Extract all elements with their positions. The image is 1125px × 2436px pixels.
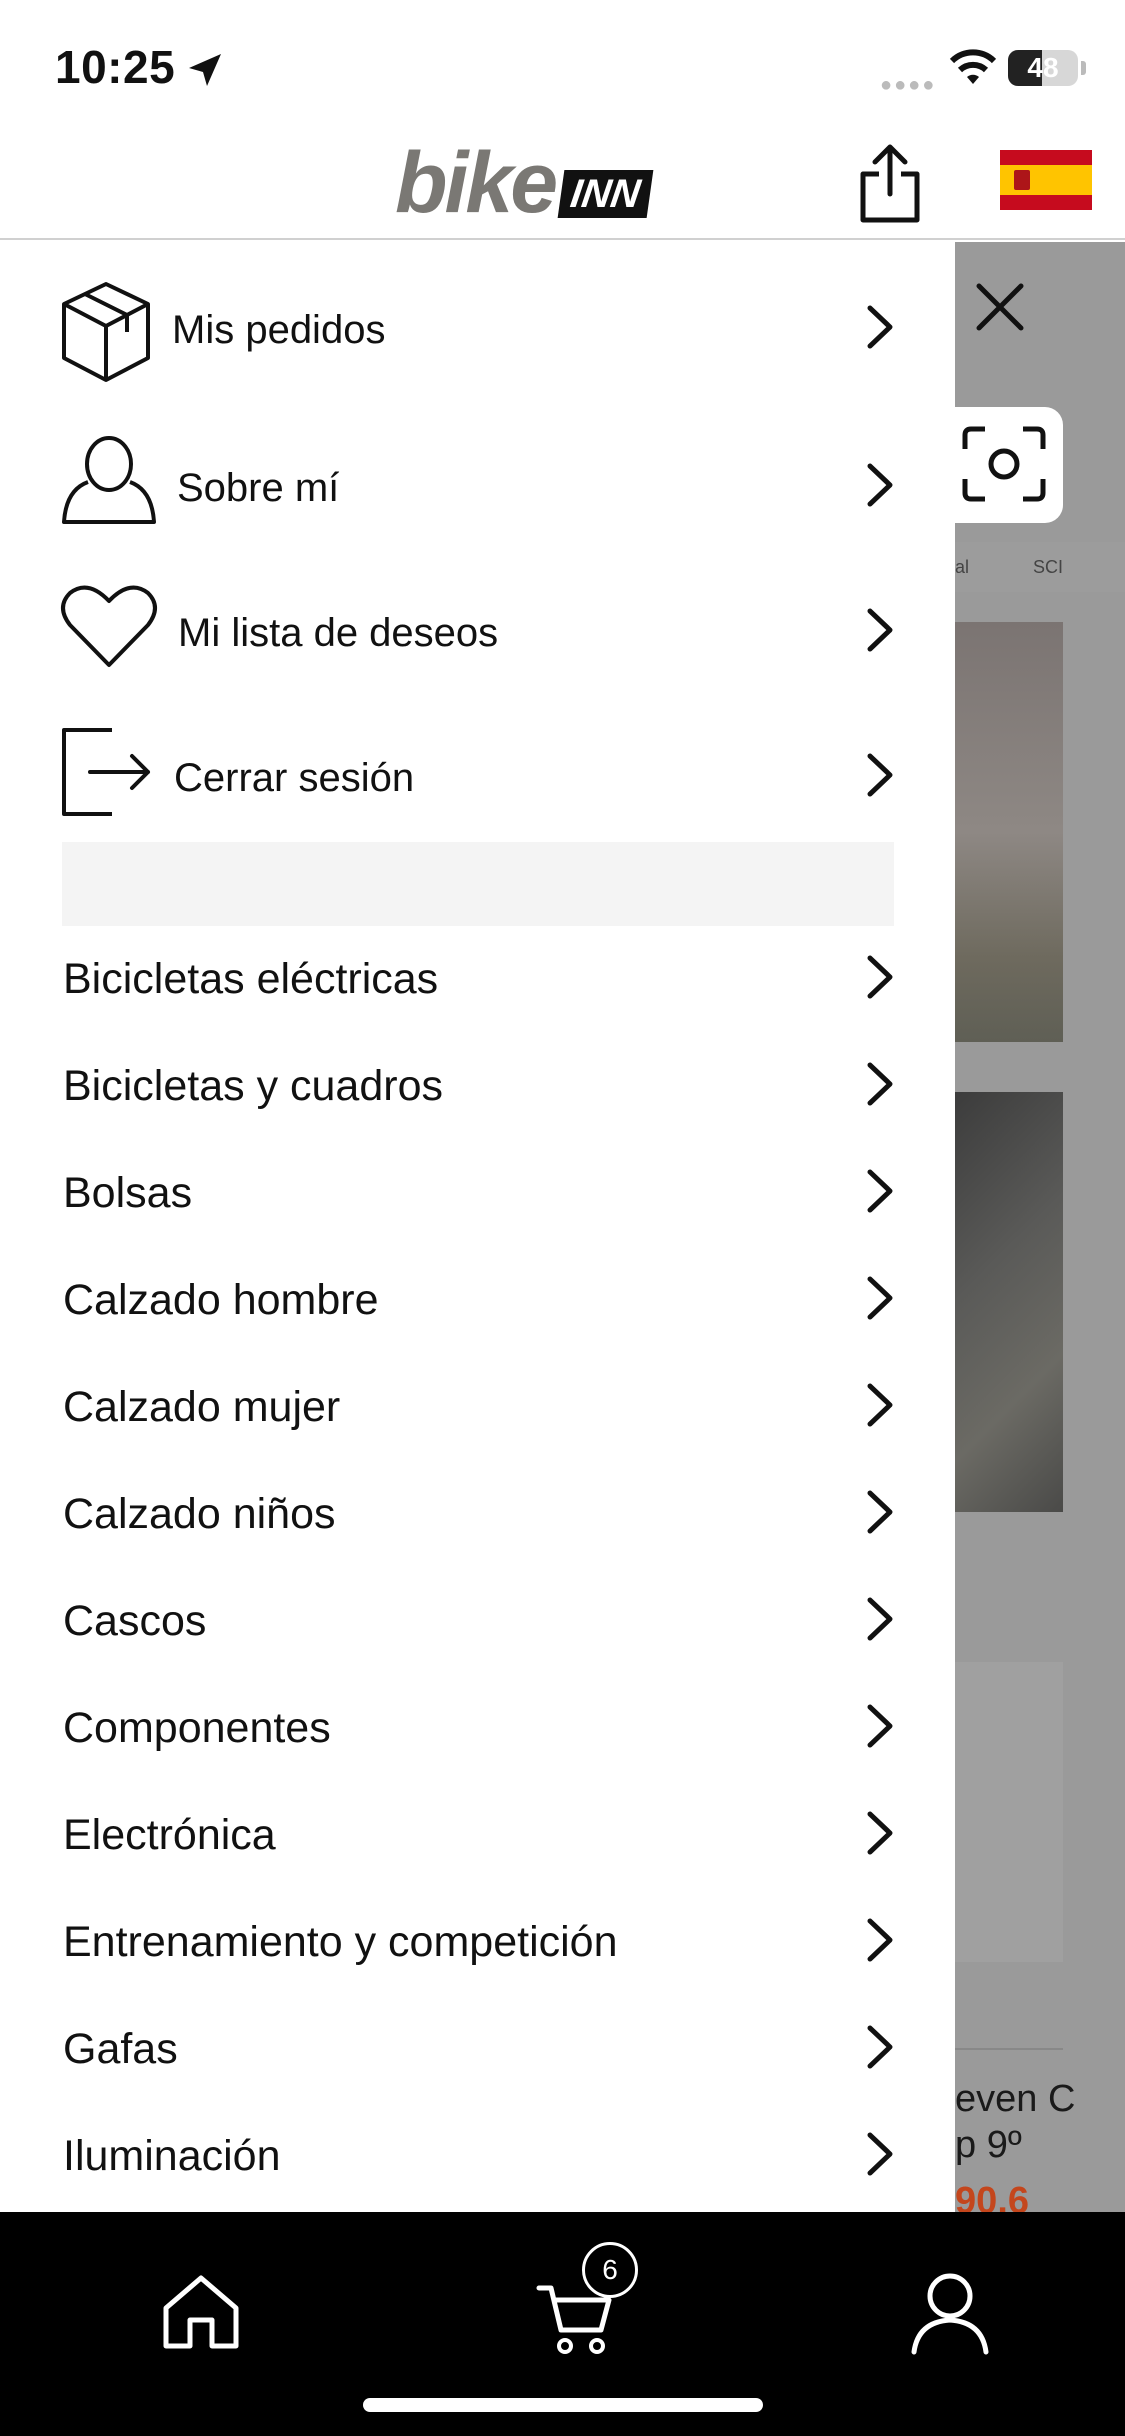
status-time: 10:25 [55,41,176,93]
logo-inn-text: INN [557,170,654,218]
cart-count-badge: 6 [582,2242,638,2298]
chevron-right-icon [867,2025,893,2069]
menu-item-wishlist[interactable]: Mi lista de deseos [0,575,955,715]
category-label: Entrenamiento y competición [63,1918,618,1966]
category-item[interactable]: Entrenamiento y competición [0,1889,955,1996]
category-label: Calzado niños [63,1490,336,1538]
banner-image[interactable] [955,622,1063,1042]
product-price: 90,6 [955,2180,1029,2214]
menu-item-logout[interactable]: Cerrar sesión [0,720,955,860]
spain-flag-icon[interactable] [1000,150,1092,210]
menu-item-label: Mi lista de deseos [178,611,499,655]
chevron-right-icon [867,463,893,507]
chevron-right-icon [867,1918,893,1962]
battery-indicator: 48 [1008,50,1086,86]
brand-logo: SCI [1033,557,1064,577]
category-label: Electrónica [63,1811,276,1859]
user-icon [62,436,156,524]
background-page-overlay[interactable]: al SCI even C p 9º 90,6 [955,242,1125,2214]
category-label: Calzado hombre [63,1276,379,1324]
category-item[interactable]: Calzado hombre [0,1247,955,1354]
logo-bike-text: bike [395,135,558,231]
chevron-right-icon [867,1169,893,1213]
brand-logo: al [955,557,970,577]
wifi-icon [949,49,997,84]
category-label: Gafas [63,2025,178,2073]
bottom-tab-bar: 6 [0,2212,1125,2436]
chevron-right-icon [867,955,893,999]
chevron-right-icon [867,1383,893,1427]
menu-item-label: Mis pedidos [172,308,386,352]
category-label: Bicicletas eléctricas [63,955,439,1003]
brand-strip: al SCI [955,542,1125,592]
location-arrow-icon [189,54,221,86]
account-icon[interactable] [910,2272,990,2356]
category-item[interactable]: Calzado mujer [0,1354,955,1461]
category-label: Iluminación [63,2132,281,2180]
divider [955,2048,1063,2050]
package-icon [62,282,150,382]
category-item[interactable]: Componentes [0,1675,955,1782]
chevron-right-icon [867,305,893,349]
category-label: Calzado mujer [63,1383,341,1431]
battery-percentage: 48 [1027,52,1059,83]
menu-item-label: Cerrar sesión [174,756,415,800]
menu-item-about-me[interactable]: Sobre mí [0,430,955,570]
category-item[interactable]: Bolsas [0,1140,955,1247]
product-title: p 9º [955,2124,1022,2166]
category-item[interactable]: Electrónica [0,1782,955,1889]
category-label: Bolsas [63,1169,193,1217]
chevron-right-icon [867,1597,893,1641]
side-menu-drawer: Mis pedidos Sobre mí Mi lista de deseos … [0,242,955,2212]
category-label: Bicicletas y cuadros [63,1062,443,1110]
chevron-right-icon [867,753,893,797]
chevron-right-icon [867,1490,893,1534]
chevron-right-icon [867,1276,893,1320]
cellular-signal-icon: ●●●● [880,74,937,96]
category-item[interactable]: Bicicletas eléctricas [0,926,955,1033]
category-item[interactable]: Gafas [0,1996,955,2103]
section-divider [62,842,894,926]
scan-button[interactable] [955,407,1063,523]
app-header: bike INN [0,130,1125,240]
heart-icon [61,585,157,667]
home-indicator [363,2398,763,2412]
category-item[interactable]: Calzado niños [0,1461,955,1568]
chevron-right-icon [867,2132,893,2176]
menu-item-orders[interactable]: Mis pedidos [0,272,955,412]
chevron-right-icon [867,1062,893,1106]
category-item[interactable]: Cascos [0,1568,955,1675]
camera-scan-icon [962,426,1046,502]
close-icon[interactable] [975,282,1025,332]
banner-image[interactable] [955,1092,1063,1512]
share-icon[interactable] [855,142,925,224]
logout-icon [62,728,150,816]
status-bar: 10:25 ●●●● 48 [0,0,1125,130]
product-image[interactable] [955,1662,1063,1962]
category-item[interactable]: Bicicletas y cuadros [0,1033,955,1140]
chevron-right-icon [867,1704,893,1748]
product-title: even C [955,2078,1076,2120]
category-item[interactable]: Iluminación [0,2103,955,2210]
chevron-right-icon [867,608,893,652]
chevron-right-icon [867,1811,893,1855]
category-label: Cascos [63,1597,207,1645]
home-icon[interactable] [160,2272,242,2352]
menu-item-label: Sobre mí [177,466,340,510]
bikeinn-logo[interactable]: bike INN [395,135,654,231]
category-label: Componentes [63,1704,331,1752]
